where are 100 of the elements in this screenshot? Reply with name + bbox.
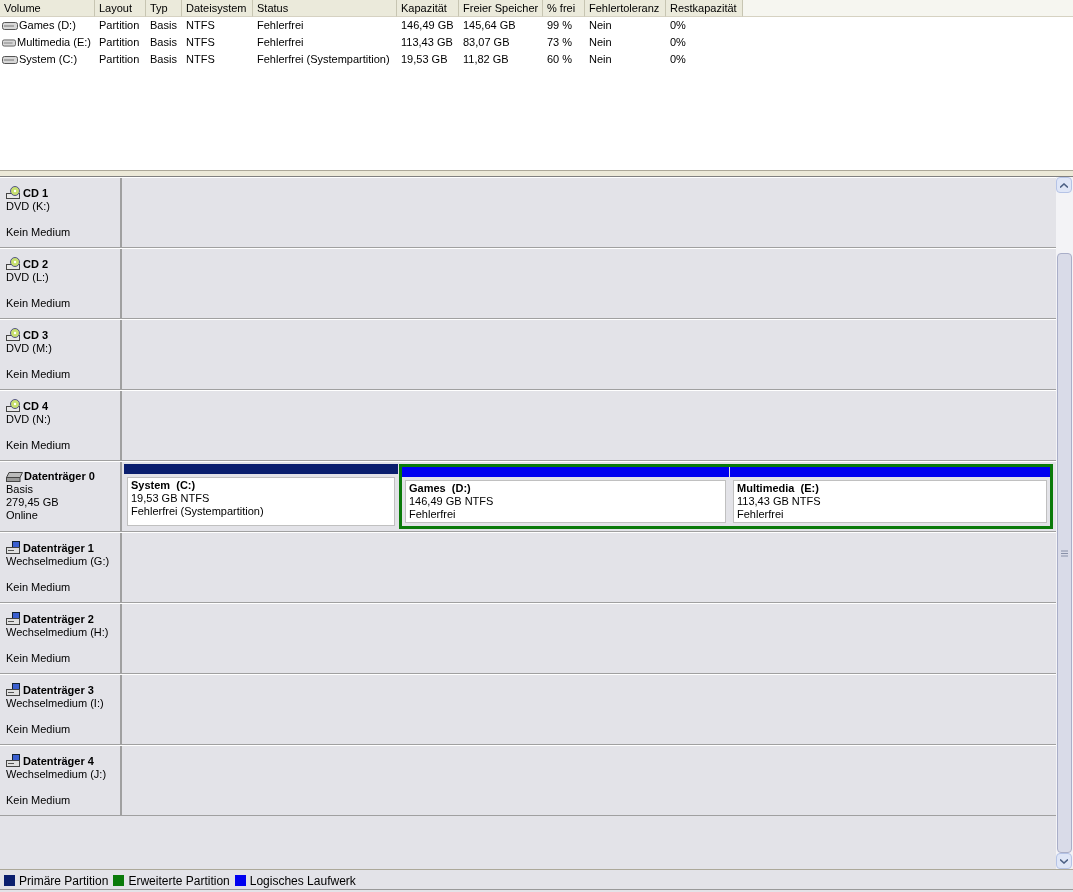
partition-status: Fehlerfrei (Systempartition) xyxy=(131,505,265,518)
disk-status: Kein Medium xyxy=(6,439,72,452)
table-cell-text: 0% xyxy=(670,52,686,68)
disk-label[interactable]: CD 3 DVD (M:) Kein Medium xyxy=(0,320,122,389)
removable-drive-icon xyxy=(6,683,22,697)
disk-name: Datenträger 3 xyxy=(23,684,94,697)
drive-icon xyxy=(2,21,18,30)
legend-label: Erweiterte Partition xyxy=(128,872,230,890)
extended-partition[interactable]: Games (D:) 146,49 GB NTFS Fehlerfrei Multimedia (E:) 113,43 GB NTFS Fehlerfrei xyxy=(399,464,1053,529)
disk-label[interactable]: Datenträger 2 Wechselmedium (H:) Kein Medium xyxy=(0,604,122,673)
table-cell-text: Nein xyxy=(589,52,612,68)
grip-icon xyxy=(1061,549,1068,557)
table-cell-text: 145,64 GB xyxy=(463,18,516,34)
cd-drive-icon xyxy=(6,257,22,271)
table-cell-text: 83,07 GB xyxy=(463,35,510,51)
disk-status: Kein Medium xyxy=(6,652,72,665)
disk-type: DVD (N:) xyxy=(6,413,52,426)
chevron-down-icon xyxy=(1060,858,1068,864)
removable-drive-icon xyxy=(6,612,22,626)
column-header[interactable]: Dateisystem xyxy=(182,0,253,17)
disk-type: DVD (M:) xyxy=(6,342,53,355)
table-cell-text: Basis xyxy=(150,35,177,51)
disk-name: Datenträger 4 xyxy=(23,755,94,768)
disk-label[interactable]: CD 4 DVD (N:) Kein Medium xyxy=(0,391,122,460)
table-cell-text: Basis xyxy=(150,18,177,34)
table-cell-text: NTFS xyxy=(186,35,215,51)
disk-label[interactable]: CD 2 DVD (L:) Kein Medium xyxy=(0,249,122,318)
table-cell-text: Partition xyxy=(99,35,140,51)
disk-label[interactable]: CD 1 DVD (K:) Kein Medium xyxy=(0,178,122,247)
scroll-down-button[interactable] xyxy=(1056,853,1072,869)
disk-type: DVD (K:) xyxy=(6,200,51,213)
column-header[interactable]: Restkapazität xyxy=(666,0,743,17)
column-header[interactable]: Kapazität xyxy=(397,0,459,17)
disk-type: DVD (L:) xyxy=(6,271,50,284)
partition-status: Fehlerfrei xyxy=(737,508,785,521)
partition-name: Games (D:) xyxy=(409,482,472,495)
hard-disk-icon xyxy=(6,472,23,483)
disk-status: Kein Medium xyxy=(6,368,72,381)
table-cell-text: Nein xyxy=(589,35,612,51)
drive-icon xyxy=(2,38,17,47)
disk-label[interactable]: Datenträger 0 Basis 279,45 GB Online xyxy=(0,462,122,531)
column-header[interactable]: % frei xyxy=(543,0,585,17)
table-cell-text: 113,43 GB xyxy=(401,35,453,51)
table-cell[interactable]: Games (D:) xyxy=(19,17,76,34)
partition-box[interactable]: Multimedia (E:) 113,43 GB NTFS Fehlerfrei xyxy=(733,480,1047,523)
table-cell-text: Nein xyxy=(589,18,612,34)
partition-status: Fehlerfrei xyxy=(409,508,457,521)
table-cell-text: Fehlerfrei xyxy=(257,35,304,51)
disk-status: Online xyxy=(6,509,39,522)
disk-status: Kein Medium xyxy=(6,297,72,310)
disk-type: Wechselmedium (I:) xyxy=(6,697,105,710)
disk-capacity: 279,45 GB xyxy=(6,496,60,509)
disk-label[interactable]: Datenträger 3 Wechselmedium (I:) Kein Medium xyxy=(0,675,122,744)
table-cell-text: 146,49 GB xyxy=(401,18,454,34)
table-cell-text: Basis xyxy=(150,52,177,68)
table-cell-text: NTFS xyxy=(186,18,215,34)
table-cell-text: NTFS xyxy=(186,52,215,68)
cd-drive-icon xyxy=(6,186,22,200)
table-cell-text: Partition xyxy=(99,18,140,34)
disk-type: Wechselmedium (H:) xyxy=(6,626,110,639)
table-cell-text: 11,82 GB xyxy=(463,52,509,68)
disk-type: Wechselmedium (G:) xyxy=(6,555,111,568)
disk-status: Kein Medium xyxy=(6,723,72,736)
disk-name: Datenträger 0 xyxy=(24,470,95,483)
column-header[interactable]: Fehlertoleranz xyxy=(585,0,666,17)
column-header[interactable]: Layout xyxy=(95,0,146,17)
table-cell-text: 0% xyxy=(670,35,686,51)
table-cell-text: 0% xyxy=(670,18,686,34)
column-header[interactable]: Status xyxy=(253,0,397,17)
disk-name: CD 3 xyxy=(23,329,49,342)
partition-size: 113,43 GB NTFS xyxy=(737,495,822,508)
disk-label[interactable]: Datenträger 4 Wechselmedium (J:) Kein Medium xyxy=(0,746,122,815)
disk-name: Datenträger 1 xyxy=(23,542,94,555)
partition-box[interactable]: System (C:) 19,53 GB NTFS Fehlerfrei (Systempartition) xyxy=(127,477,395,526)
partition-size: 19,53 GB NTFS xyxy=(131,492,211,505)
partition-box[interactable]: Games (D:) 146,49 GB NTFS Fehlerfrei xyxy=(405,480,726,523)
table-cell-text: 73 % xyxy=(547,35,573,51)
removable-drive-icon xyxy=(6,541,22,555)
column-header[interactable]: Volume xyxy=(0,0,95,17)
disk-name: CD 4 xyxy=(23,400,49,413)
disk-status: Kein Medium xyxy=(6,581,72,594)
disk-name: Datenträger 2 xyxy=(23,613,94,626)
partition-name: Multimedia (E:) xyxy=(737,482,820,495)
disk-name: CD 1 xyxy=(23,187,49,200)
disk-type: Basis xyxy=(6,483,34,496)
drive-icon xyxy=(2,55,18,64)
table-cell[interactable]: Multimedia (E:) xyxy=(17,34,91,51)
partition-size: 146,49 GB NTFS xyxy=(409,495,495,508)
table-cell-text: 99 % xyxy=(547,18,573,34)
table-cell[interactable]: System (C:) xyxy=(19,51,78,68)
cd-drive-icon xyxy=(6,399,22,413)
table-cell-text: Fehlerfrei xyxy=(257,18,304,34)
column-header[interactable]: Typ xyxy=(146,0,182,17)
disk-status: Kein Medium xyxy=(6,794,72,807)
column-header[interactable]: Freier Speicher xyxy=(459,0,543,17)
disk-name: CD 2 xyxy=(23,258,49,271)
chevron-up-icon xyxy=(1060,182,1068,188)
disk-label[interactable]: Datenträger 1 Wechselmedium (G:) Kein Medium xyxy=(0,533,122,602)
scroll-up-button[interactable] xyxy=(1056,177,1072,193)
partition-name: System (C:) xyxy=(131,479,197,492)
